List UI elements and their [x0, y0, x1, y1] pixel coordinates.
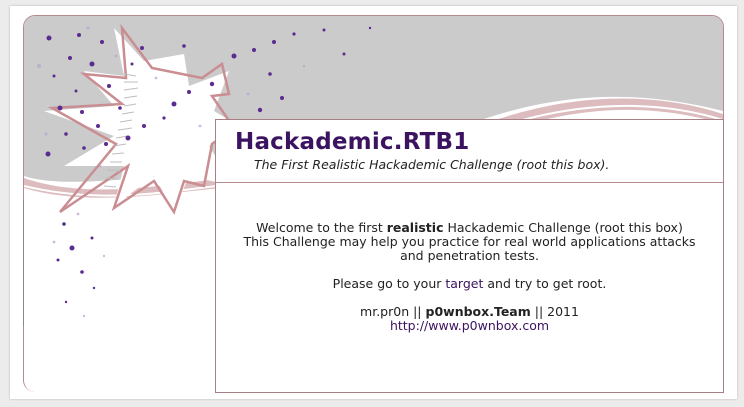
- welcome-suffix: Hackademic Challenge (root this box): [443, 220, 683, 235]
- welcome-prefix: Welcome to the first: [256, 220, 387, 235]
- target-link[interactable]: target: [445, 276, 483, 291]
- site-tagline: The First Realistic Hackademic Challenge…: [254, 157, 610, 172]
- credits-author: mr.pr0n ||: [360, 304, 422, 319]
- credits-line: mr.pr0n || p0wnbox.Team || 2011: [216, 305, 723, 319]
- welcome-message: Welcome to the first realistic Hackademi…: [216, 221, 723, 333]
- instruction-line: Please go to your target and try to get …: [216, 277, 723, 291]
- welcome-line-3: and penetration tests.: [400, 248, 539, 263]
- credits-team: p0wnbox.Team: [425, 304, 531, 319]
- instruction-suffix: and try to get root.: [483, 276, 607, 291]
- left-divider-line: [23, 200, 24, 326]
- site-title: Hackademic.RTB1: [235, 129, 470, 155]
- content-panel: Hackademic.RTB1 The First Realistic Hack…: [215, 119, 724, 393]
- credits-year: || 2011: [534, 304, 579, 319]
- title-bar: Hackademic.RTB1 The First Realistic Hack…: [216, 120, 723, 183]
- welcome-line-1: Welcome to the first realistic Hackademi…: [216, 221, 723, 235]
- welcome-line-2: This Challenge may help you practice for…: [243, 234, 696, 249]
- website-link[interactable]: http://www.p0wnbox.com: [390, 318, 549, 333]
- instruction-prefix: Please go to your: [332, 276, 446, 291]
- credits-url-line: http://www.p0wnbox.com: [216, 319, 723, 333]
- welcome-emphasis: realistic: [386, 220, 444, 235]
